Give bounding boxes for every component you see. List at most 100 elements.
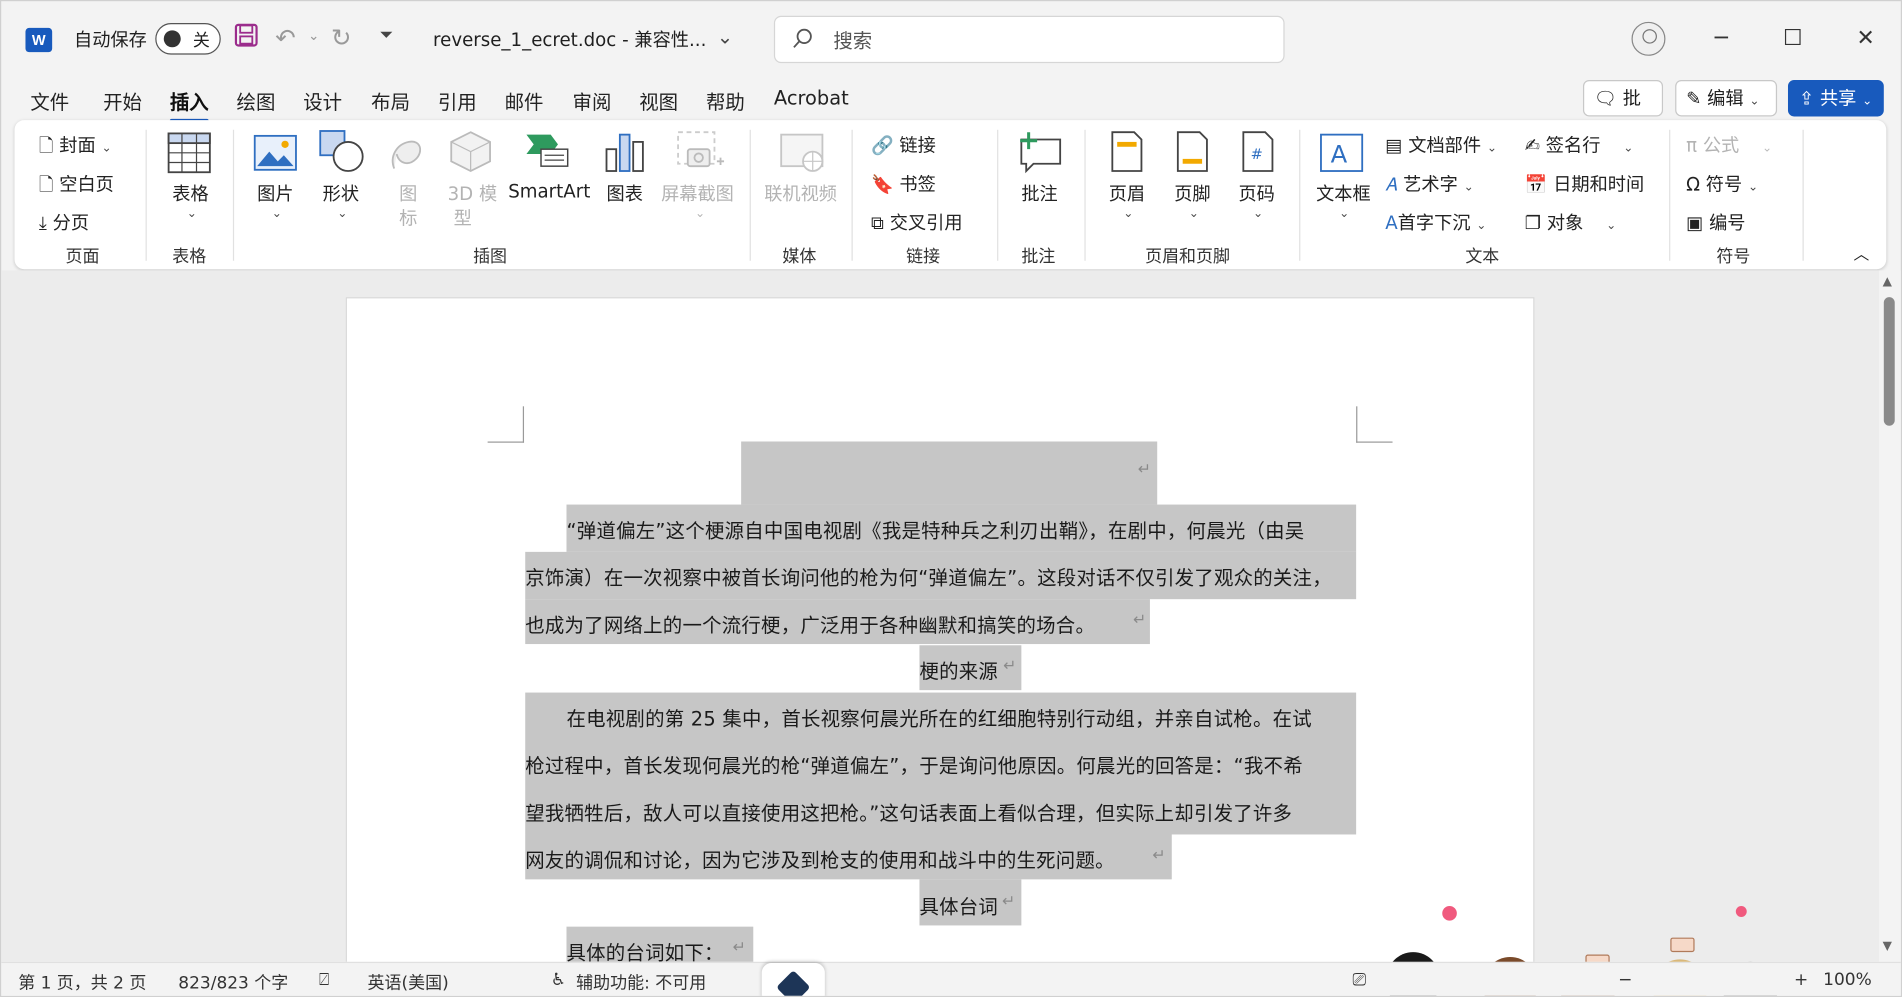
link-button[interactable]: 🔗 链接 [871,132,936,157]
tab-references[interactable]: 引用 [438,86,477,115]
table-icon[interactable] [167,132,211,178]
autosave-toggle[interactable]: 关 [155,23,221,55]
scroll-up-icon[interactable]: ▲ [1883,275,1892,288]
maximize-icon[interactable]: ☐ [1769,18,1818,59]
header-icon[interactable] [1110,130,1144,179]
focus-badge-icon[interactable] [761,963,825,996]
zoom-out-button[interactable]: − [1618,970,1632,989]
save-icon[interactable] [234,23,258,53]
online-video-icon [779,132,828,178]
focus-mode-icon[interactable]: ⎚ [1353,970,1367,989]
tab-layout[interactable]: 布局 [371,86,410,115]
header-button-label[interactable]: 页眉 [1109,181,1145,206]
body-line-1[interactable]: “弹道偏左”这个梗源自中国电视剧《我是特种兵之利刃出鞘》，在剧中，何晨光（由吴 [566,514,1304,543]
flower-decoration [1735,906,1747,917]
document-page[interactable]: ↵ “弹道偏左”这个梗源自中国电视剧《我是特种兵之利刃出鞘》，在剧中，何晨光（由… [345,297,1535,962]
picture-button-label[interactable]: 图片 [257,181,293,206]
comments-button[interactable]: 🗨 批注 [1582,80,1664,143]
avatar-icon[interactable] [1631,21,1666,56]
body-line-6[interactable]: 望我牺牲后，敌人可以直接使用这把枪。”这句话表面上看似合理，但实际上却引发了许多 [525,797,1292,826]
accessibility-status[interactable]: 辅助功能: 不可用 [576,970,706,994]
minimize-icon[interactable]: ─ [1697,18,1746,59]
share-button[interactable]: ⇪ 共享 ⌄ [1787,80,1884,117]
cross-reference-button[interactable]: ⧉ 交叉引用 [871,210,963,235]
language-indicator[interactable]: 英语(美国) [368,970,449,994]
tab-mailings[interactable]: 邮件 [505,86,544,115]
undo-dropdown-icon[interactable]: ⌄ [308,28,319,44]
3d-model-label-1: 3D 模 [447,183,498,205]
redo-icon[interactable]: ↻ [331,23,351,52]
tab-file[interactable]: 文件 [30,86,69,115]
tab-home[interactable]: 开始 [103,86,142,115]
textbox-icon[interactable]: A [1319,132,1365,178]
heading-origin[interactable]: 梗的来源 [919,655,998,684]
tab-view[interactable]: 视图 [639,86,678,115]
customize-qat-icon[interactable]: ⏷ [380,25,394,44]
chevron-down-icon: ⌄ [1253,207,1264,221]
page-break-button[interactable]: ⤓ 分页 [39,210,89,235]
chart-icon[interactable] [604,130,645,179]
body-line-3[interactable]: 也成为了网络上的一个流行梗，广泛用于各种幽默和搞笑的场合。 [525,609,1095,638]
blank-page-button[interactable]: 🗋 空白页 [39,171,114,203]
new-comment-label[interactable]: 批注 [1021,181,1057,206]
dropcap-button[interactable]: A首字下沉 ⌄ [1385,210,1486,235]
tab-acrobat[interactable]: Acrobat [774,86,849,109]
shapes-button-label[interactable]: 形状 [323,181,359,206]
tab-review[interactable]: 审阅 [573,86,612,115]
group-label-media: 媒体 [782,247,817,267]
footer-button-label[interactable]: 页脚 [1174,181,1210,206]
tab-help[interactable]: 帮助 [706,86,745,115]
pi-icon: π [1686,134,1698,157]
smartart-button-label[interactable]: SmartArt [508,181,590,203]
body-line-4[interactable]: 在电视剧的第 25 集中，首长视察何晨光所在的红细胞特别行动组，并亲自试枪。在试 [566,702,1311,731]
smartart-icon[interactable] [524,132,570,173]
numbering-button[interactable]: ▣ 编号 [1686,210,1745,235]
signature-line-button[interactable]: ✍ 签名行 ⌄ [1525,132,1634,157]
document-canvas[interactable]: ↵ “弹道偏左”这个梗源自中国电视剧《我是特种兵之利刃出鞘》，在剧中，何晨光（由… [1,270,1879,962]
table-button-label[interactable]: 表格 [172,181,208,206]
pencil-icon: ✎ [1686,87,1702,110]
page-number-label[interactable]: 页码 [1238,181,1274,206]
zoom-in-button[interactable]: + [1794,970,1808,989]
search-box[interactable] [773,15,1285,64]
close-icon[interactable]: ✕ [1841,18,1890,59]
body-line-7[interactable]: 网友的调侃和讨论，因为它涉及到枪支的使用和战斗中的生死问题。 [525,844,1115,873]
new-comment-icon[interactable] [1017,130,1066,179]
date-time-button[interactable]: 📅 日期和时间 [1525,171,1644,196]
bookmark-button[interactable]: 🔖 书签 [871,171,936,196]
proofing-icon[interactable]: ⍁ [319,970,329,989]
scrollbar-thumb[interactable] [1883,297,1895,426]
collapse-ribbon-icon[interactable]: ︿ [1853,241,1869,264]
wordart-button[interactable]: 𝐴 艺术字 ⌄ [1385,171,1474,196]
cover-page-button[interactable]: 🗋 封面 ⌄ [39,132,112,164]
vertical-scrollbar[interactable]: ▲ ▼ [1878,270,1901,962]
body-line-2[interactable]: 京饰演）在一次视察中被首长询问他的枪为何“弹道偏左”。这段对话不仅引发了观众的关… [525,562,1332,591]
zoom-level[interactable]: 100% [1823,970,1872,989]
heading-lines[interactable]: 具体台词 [919,890,998,919]
chart-button-label[interactable]: 图表 [607,181,643,206]
title-dropdown-icon[interactable]: ⌄ [717,25,733,48]
cover-page-icon: 🗋 [38,134,54,157]
tab-insert[interactable]: 插入 [169,86,209,123]
page-indicator[interactable]: 第 1 页，共 2 页 [18,970,146,994]
blank-page-icon: 🗋 [38,173,54,196]
shapes-icon[interactable] [319,130,365,179]
tab-design[interactable]: 设计 [303,86,342,115]
quick-parts-button[interactable]: ▤ 文档部件 ⌄ [1385,132,1497,157]
picture-icon[interactable] [253,134,298,176]
tab-draw[interactable]: 绘图 [237,86,276,115]
object-button[interactable]: ❐ 对象 ⌄ [1525,210,1616,235]
textbox-button-label[interactable]: 文本框 [1316,181,1371,206]
document-title[interactable]: reverse_1_ecret.doc - 兼容性... [433,27,706,52]
symbol-button[interactable]: Ω 符号 ⌄ [1686,171,1758,196]
undo-icon[interactable]: ↶ [275,23,295,52]
body-line-8[interactable]: 具体的台词如下： [566,936,723,962]
chevron-down-icon: ⌄ [101,141,112,156]
body-line-5[interactable]: 枪过程中，首长发现何晨光的枪“弹道偏左”，于是询问他原因。何晨光的回答是：“我不… [525,750,1303,779]
scroll-down-icon[interactable]: ▼ [1883,940,1892,953]
search-input[interactable] [833,26,1246,54]
page-number-icon[interactable]: # [1241,130,1275,179]
editing-mode-button[interactable]: ✎ 编辑 ⌄ [1675,80,1778,117]
footer-icon[interactable] [1175,130,1209,179]
word-count[interactable]: 823/823 个字 [178,970,288,994]
